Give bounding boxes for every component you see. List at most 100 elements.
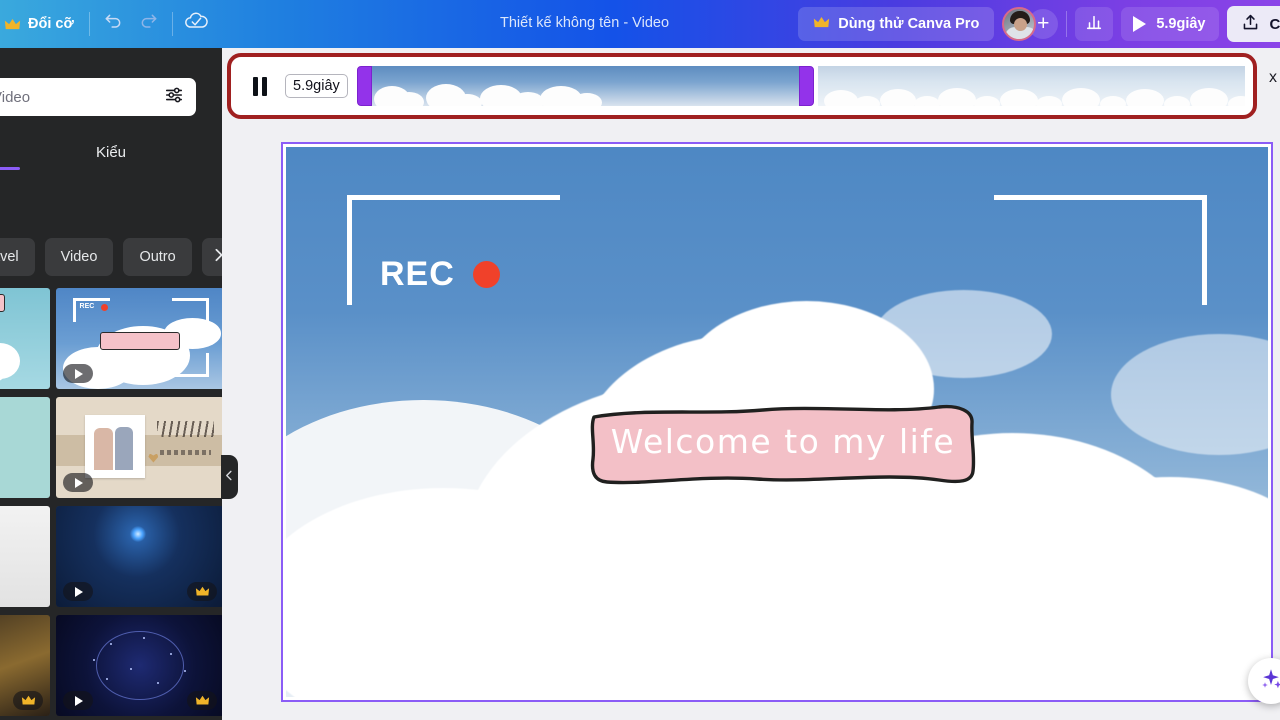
search-input[interactable] [0,89,164,106]
pro-badge [13,691,43,710]
play-icon [75,696,83,706]
thumb-rec-label: REC [80,303,95,310]
play-preview-badge[interactable] [63,364,93,383]
video-timeline[interactable]: 5.9giây [231,57,1253,115]
thumb-frame [206,298,209,322]
timeline-clip-strip[interactable] [357,66,1245,106]
pause-icon-bar-1 [253,77,258,96]
magic-sparkle-icon [1259,667,1280,696]
cloud-shape [875,290,1052,378]
thumb-script-text [157,421,214,437]
share-button-label: Chia [1269,16,1280,33]
thumb-frame [206,353,209,377]
thumb-frame [73,298,110,301]
frame-corner-top-left-h [347,195,560,200]
list-item[interactable] [56,397,222,498]
pro-badge [187,691,217,710]
frame-corner-bottom-left-h [347,646,560,651]
design-title[interactable]: Thiết kế không tên - Video [500,15,669,31]
play-preview-badge[interactable] [63,691,93,710]
tab-kieu[interactable]: Kiểu [96,144,126,161]
thumb-person [94,428,112,470]
undo-icon [103,12,123,37]
left-panel: Kiểu avel Video Outro [0,48,222,720]
share-button[interactable]: Chia [1227,6,1280,42]
top-toolbar-right-group: Dùng thử Canva Pro + [798,0,1280,48]
chip-video[interactable]: Video [45,238,114,276]
chevron-left-icon [224,470,235,484]
play-preview-badge[interactable] [63,582,93,601]
timeline-clip-thumbnail-2[interactable] [818,66,1245,106]
redo-icon [139,12,159,37]
frame-corner-bottom-right-v [1202,541,1207,651]
thumb-photo [85,415,145,478]
list-item[interactable] [0,288,50,389]
top-toolbar: Đổi cỡ Thiết kế không tên - Video [0,0,1280,48]
crown-icon [4,18,21,31]
analytics-button[interactable] [1075,7,1113,41]
crown-icon [813,16,830,33]
trim-handle-left[interactable] [357,66,372,106]
template-column-right: REC [56,288,222,720]
bar-chart-icon [1084,13,1104,36]
cloud-check-icon [184,12,208,36]
toolbar-divider-2 [172,12,173,36]
clip-duration-field[interactable]: 5.9giây [285,74,348,98]
design-canvas[interactable]: REC Welcome to my life [286,147,1268,697]
list-item[interactable] [0,397,50,498]
search-bar[interactable] [0,78,196,116]
try-canva-pro-label: Dùng thử Canva Pro [838,16,979,32]
clip-thumb-art-2 [818,66,1245,106]
rec-indicator[interactable]: REC [380,255,500,294]
list-item[interactable] [0,615,50,716]
redo-button[interactable] [131,6,167,42]
record-dot-icon [473,261,500,288]
play-icon [75,478,83,488]
list-item[interactable]: REC [56,288,222,389]
undo-button[interactable] [95,6,131,42]
frame-corner-top-right-h [994,195,1207,200]
toolbar-divider-1 [89,12,90,36]
frame-corner-bottom-left-v [347,541,352,651]
timeline-edge-label: x [1269,69,1277,87]
list-item[interactable] [0,506,50,607]
resize-button[interactable]: Đổi cỡ [0,8,84,40]
pause-button[interactable] [247,71,273,101]
thumb-frame [73,298,76,322]
frame-corner-top-left-v [347,195,352,305]
thumb-art [0,506,50,607]
page-selection-frame[interactable]: REC Welcome to my life [281,142,1273,702]
thumb-name-text [160,450,210,455]
chip-outro[interactable]: Outro [123,238,191,276]
template-column-left [0,288,50,720]
trim-handle-right[interactable] [799,66,814,106]
account-group: + [1002,7,1058,41]
preview-play-button[interactable]: 5.9giây [1121,7,1219,41]
panel-tabs: Kiểu [0,134,222,170]
canvas-workspace[interactable]: REC Welcome to my life [222,120,1280,720]
thumb-frame [172,374,209,377]
chip-travel[interactable]: avel [0,238,35,276]
frame-corner-top-right-v [1202,195,1207,305]
filter-sliders-icon[interactable] [164,85,184,110]
thumb-art [0,397,50,498]
cloud-save-status-button[interactable] [178,6,214,42]
chips-next-button[interactable] [202,238,222,276]
template-grid: REC [0,288,222,720]
list-item[interactable] [56,506,222,607]
avatar[interactable] [1002,7,1036,41]
banner-text: Welcome to my life [587,397,979,489]
tab-active-underline [0,167,20,170]
category-chips: avel Video Outro [0,238,222,276]
timeline-clip-thumbnail-1[interactable] [372,66,799,106]
rec-label-text: REC [380,255,455,294]
clip-thumb-art-1 [372,66,799,106]
thumb-frame [172,298,209,301]
pro-badge [187,582,217,601]
collapse-panel-button[interactable] [221,455,238,499]
try-canva-pro-button[interactable]: Dùng thử Canva Pro [798,7,994,41]
play-preview-badge[interactable] [63,473,93,492]
welcome-banner[interactable]: Welcome to my life [587,397,979,489]
pause-icon-bar-2 [262,77,267,96]
list-item[interactable] [56,615,222,716]
